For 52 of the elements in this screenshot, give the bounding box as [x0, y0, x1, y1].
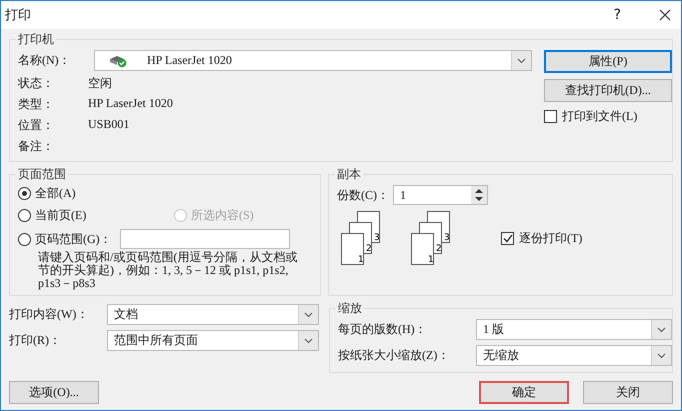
group-title: 打印机: [17, 31, 55, 48]
radio-label: 所选内容(S): [191, 207, 254, 224]
dialog-button[interactable]: 确定: [479, 381, 569, 404]
info-label: 状态：: [18, 75, 55, 92]
hint-text: 请键入页码和/或页码范围(用逗号分隔，从文档或节的开头算起)，例如：1, 3, 5－12 或 p1s1, p1s2, p1s3－p8s3: [38, 251, 298, 290]
printer-dropdown[interactable]: HP LaserJet 1020: [94, 50, 532, 71]
checkbox[interactable]: [544, 110, 557, 123]
radio-button[interactable]: [18, 187, 31, 200]
checkbox-label: 打印到文件(L): [562, 108, 638, 125]
info-label: 备注：: [18, 138, 55, 155]
group-title: 缩放: [337, 300, 363, 317]
info-value: HP LaserJet 1020: [88, 96, 174, 112]
field-label: 名称(N)：: [18, 52, 72, 69]
dialog-button[interactable]: 选项(O)...: [9, 381, 99, 404]
scale-dropdown[interactable]: 无缩放: [476, 345, 672, 366]
window-title: 打印: [5, 6, 32, 24]
spin-arrows-icon[interactable]: [471, 186, 487, 204]
checkbox[interactable]: [501, 232, 514, 245]
chevron-down-icon: [517, 58, 526, 64]
field-label: 打印(R)：: [9, 332, 62, 349]
radio-button[interactable]: [18, 232, 31, 246]
chevron-down-icon: [304, 338, 313, 344]
close-icon[interactable]: [659, 9, 671, 21]
radio-label: 全部(A): [35, 185, 76, 202]
info-value: USB001: [88, 117, 130, 133]
info-value: 空闲: [88, 75, 113, 92]
chevron-down-icon: [657, 326, 666, 332]
printer-name: HP LaserJet 1020: [146, 53, 233, 68]
properties-button[interactable]: 属性(P): [544, 50, 672, 73]
group-title: 副本: [336, 166, 362, 183]
radio-label: 页码范围(G)：: [35, 230, 112, 248]
printer-icon: [109, 54, 127, 68]
radio-button[interactable]: [18, 209, 31, 222]
copies-spinbox[interactable]: 1: [393, 185, 488, 205]
page-range-input[interactable]: [120, 229, 290, 249]
field-label: 按纸张大小缩放(Z)：: [338, 347, 450, 364]
print-what-dropdown[interactable]: 文档: [107, 304, 319, 325]
info-label: 位置：: [18, 117, 55, 134]
checkbox-label: 逐份打印(T): [519, 230, 582, 247]
chevron-down-icon: [304, 312, 313, 318]
chevron-down-icon: [657, 352, 666, 358]
print-dropdown[interactable]: 范围中所有页面: [107, 330, 319, 351]
field-label: 打印内容(W)：: [9, 306, 90, 323]
dialog-button[interactable]: 关闭: [583, 381, 673, 404]
help-button[interactable]: ?: [614, 7, 621, 23]
group-title: 页面范围: [17, 166, 67, 183]
pages-per-sheet-dropdown[interactable]: 1 版: [476, 319, 672, 340]
find-printer-button[interactable]: 查找打印机(D)...: [544, 79, 672, 102]
info-label: 类型：: [18, 96, 55, 113]
radio-label: 当前页(E): [35, 207, 86, 224]
field-label: 每页的版数(H)：: [338, 321, 428, 338]
field-label: 份数(C)：: [337, 186, 389, 204]
